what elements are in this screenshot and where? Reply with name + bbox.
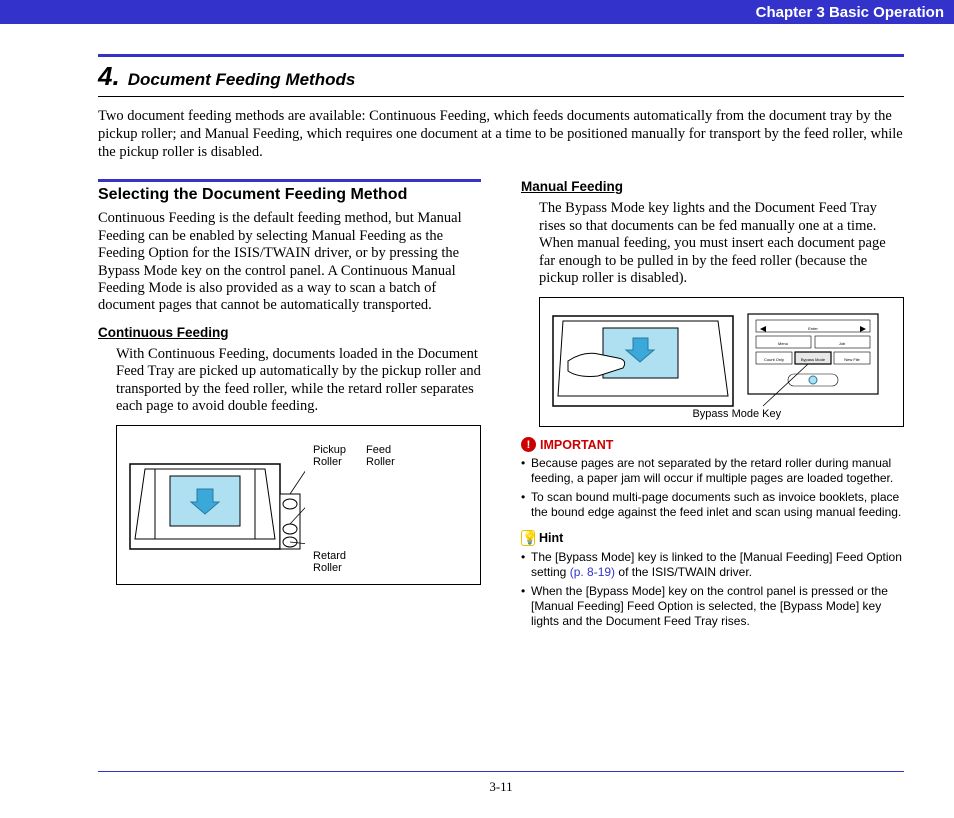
important-label: IMPORTANT (540, 438, 613, 452)
svg-text:Menu: Menu (778, 341, 788, 346)
left-column: Selecting the Document Feeding Method Co… (98, 179, 481, 635)
heading-rule (98, 179, 481, 182)
right-column: Manual Feeding The Bypass Mode key light… (521, 179, 904, 635)
figure-continuous-feeding: Pickup Roller Feed Roller Retard Roller (116, 425, 481, 585)
important-item: To scan bound multi-page documents such … (521, 490, 904, 520)
hint-item: The [Bypass Mode] key is linked to the [… (521, 550, 904, 580)
hint-label: Hint (539, 531, 563, 545)
page-body: 4. Document Feeding Methods Two document… (0, 24, 954, 635)
label-pickup-roller: Pickup Roller (313, 444, 346, 468)
scanner-panel-illustration: Enter Menu Job Count Only Bypass Mode Ne… (548, 306, 888, 416)
page-reference-link[interactable]: (p. 8-19) (570, 565, 615, 579)
page-number: 3-11 (489, 779, 512, 794)
selecting-paragraph: Continuous Feeding is the default feedin… (98, 210, 481, 314)
hint-icon: 💡 (521, 530, 535, 546)
footer-rule (98, 771, 904, 772)
page-header: Chapter 3 Basic Operation (0, 0, 954, 24)
two-column-layout: Selecting the Document Feeding Method Co… (98, 179, 904, 635)
hint-callout: 💡 Hint The [Bypass Mode] key is linked t… (521, 530, 904, 629)
label-retard-roller: Retard Roller (313, 550, 346, 574)
svg-text:Enter: Enter (808, 326, 818, 331)
page-footer: 3-11 (98, 771, 904, 796)
section-header: 4. Document Feeding Methods (98, 54, 904, 97)
section-title: Document Feeding Methods (128, 70, 356, 89)
section-number: 4. (98, 61, 120, 91)
hint-item: When the [Bypass Mode] key on the contro… (521, 584, 904, 629)
label-bypass-mode-key: Bypass Mode Key (692, 408, 781, 420)
important-list: Because pages are not separated by the r… (521, 456, 904, 520)
hint-list: The [Bypass Mode] key is linked to the [… (521, 550, 904, 629)
subheading-selecting: Selecting the Document Feeding Method (98, 186, 481, 204)
svg-text:Job: Job (839, 341, 846, 346)
manual-feeding-paragraph: The Bypass Mode key lights and the Docum… (539, 200, 904, 287)
scanner-rollers-illustration (125, 434, 305, 574)
important-icon: ! (521, 437, 536, 452)
svg-text:Bypass Mode: Bypass Mode (801, 357, 826, 362)
figure-manual-feeding: Enter Menu Job Count Only Bypass Mode Ne… (539, 297, 904, 427)
svg-text:Count Only: Count Only (764, 357, 784, 362)
manual-feeding-heading: Manual Feeding (521, 179, 904, 194)
chapter-label: Chapter 3 Basic Operation (756, 4, 944, 21)
intro-paragraph: Two document feeding methods are availab… (98, 107, 904, 161)
continuous-feeding-paragraph: With Continuous Feeding, documents loade… (116, 346, 481, 416)
svg-text:New File: New File (844, 357, 860, 362)
label-feed-roller: Feed Roller (366, 444, 395, 468)
important-item: Because pages are not separated by the r… (521, 456, 904, 486)
continuous-feeding-heading: Continuous Feeding (98, 325, 481, 340)
important-callout: ! IMPORTANT Because pages are not separa… (521, 437, 904, 520)
